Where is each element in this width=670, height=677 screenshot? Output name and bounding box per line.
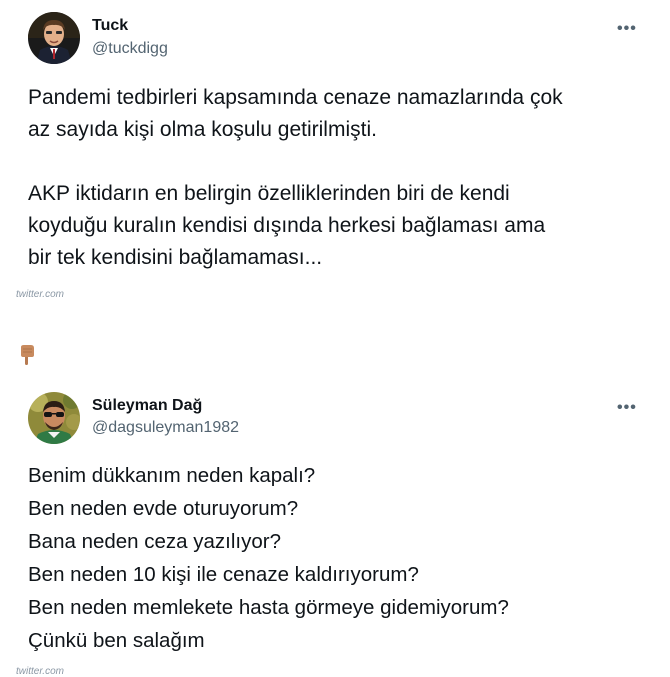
tweet-text-line: Ben neden memlekete hasta görmeye gidemi…	[28, 596, 509, 619]
author-name[interactable]: Tuck	[92, 17, 128, 35]
tweet-text-line: AKP iktidarın en belirgin özelliklerinde…	[28, 182, 510, 205]
tweet-text-line: Benim dükkanım neden kapalı?	[28, 464, 316, 487]
more-options-button[interactable]: •••	[617, 20, 637, 38]
source-label: twitter.com	[16, 666, 64, 677]
avatar[interactable]	[28, 392, 80, 444]
author-handle[interactable]: @tuckdigg	[92, 40, 168, 58]
source-label: twitter.com	[16, 289, 64, 300]
backhand-index-pointing-down-icon	[16, 344, 38, 366]
author-handle[interactable]: @dagsuleyman1982	[92, 419, 239, 437]
tweet-text-line: Bana neden ceza yazılıyor?	[28, 530, 281, 553]
tweet-text-line: Çünkü ben salağım	[28, 629, 205, 652]
tweet-text-line: koyduğu kuralın kendisi dışında herkesi …	[28, 214, 546, 237]
tweet-text-line: Pandemi tedbirleri kapsamında cenaze nam…	[28, 86, 563, 109]
tweet-text-line: bir tek kendisini bağlamaması...	[28, 246, 323, 269]
avatar[interactable]	[28, 12, 80, 64]
tweet-text-line: az sayıda kişi olma koşulu getirilmişti.	[28, 118, 377, 141]
author-name[interactable]: Süleyman Dağ	[92, 397, 202, 415]
more-options-button[interactable]: •••	[617, 399, 637, 417]
tweet-text-line: Ben neden evde oturuyorum?	[28, 497, 299, 520]
tweet-text-line: Ben neden 10 kişi ile cenaze kaldırıyoru…	[28, 563, 419, 586]
